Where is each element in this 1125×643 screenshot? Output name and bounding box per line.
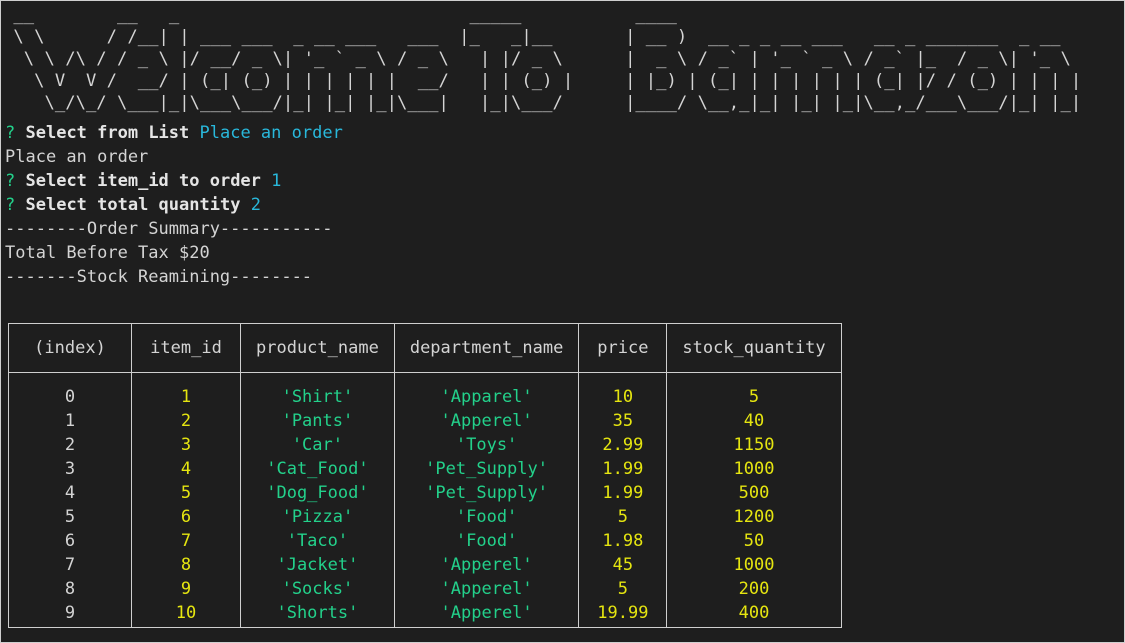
cell-price: 35: [578, 409, 668, 433]
table-row: 8 9 'Socks' 'Apperel' 5 200: [8, 577, 842, 601]
cell-product-name: 'Pants': [240, 409, 395, 433]
cell-stock-quantity: 500: [666, 481, 842, 505]
cell-price: 5: [578, 577, 668, 601]
cell-index: 5: [8, 505, 132, 529]
cell-price: 10: [578, 372, 668, 409]
cell-index: 6: [8, 529, 132, 553]
table-row: 3 4 'Cat_Food' 'Pet_Supply' 1.99 1000: [8, 457, 842, 481]
cell-item-id: 9: [131, 577, 241, 601]
table-row: 0 1 'Shirt' 'Apparel' 10 5: [8, 372, 842, 409]
table-row: 1 2 'Pants' 'Apperel' 35 40: [8, 409, 842, 433]
cell-index: 8: [8, 577, 132, 601]
ascii-banner: __ __ _ _____ ____ \ \ / /__| | ___ ___ …: [13, 5, 1082, 113]
table-row: 4 5 'Dog_Food' 'Pet_Supply' 1.99 500: [8, 481, 842, 505]
column-header-index: (index): [8, 323, 132, 373]
order-summary-header: --------Order Summary-----------: [5, 219, 333, 239]
table-row: 9 10 'Shorts' 'Apperel' 19.99 400: [8, 601, 842, 628]
cell-product-name: 'Dog_Food': [240, 481, 395, 505]
cell-product-name: 'Pizza': [240, 505, 395, 529]
cell-department-name: 'Toys': [393, 433, 580, 457]
column-header-item-id: item_id: [131, 323, 241, 373]
cell-index: 2: [8, 433, 132, 457]
stock-remaining-header: -------Stock Reamining--------: [5, 267, 313, 287]
terminal-output: ? Select from List Place an order Place …: [5, 121, 343, 289]
cell-product-name: 'Cat_Food': [240, 457, 395, 481]
cell-product-name: 'Shorts': [240, 601, 395, 628]
cell-price: 1.99: [578, 481, 668, 505]
cell-price: 2.99: [578, 433, 668, 457]
echo-line: Place an order: [5, 147, 149, 167]
column-header-price: price: [578, 323, 668, 373]
column-header-product-name: product_name: [240, 323, 395, 373]
cell-product-name: 'Jacket': [240, 553, 395, 577]
prompt-select-from-list: ? Select from List Place an order: [5, 121, 343, 145]
cell-item-id: 1: [131, 372, 241, 409]
prompt-answer: 1: [271, 171, 282, 191]
table-row: 5 6 'Pizza' 'Food' 5 1200: [8, 505, 842, 529]
prompt-select-item-id: ? Select item_id to order 1: [5, 169, 343, 193]
prompt-question-mark: ?: [5, 171, 16, 191]
table-body: 0 1 'Shirt' 'Apparel' 10 5 1 2 'Pants' 'Apperel' 3…: [8, 372, 842, 628]
cell-item-id: 8: [131, 553, 241, 577]
cell-item-id: 4: [131, 457, 241, 481]
terminal-window[interactable]: __ __ _ _____ ____ \ \ / /__| | ___ ___ …: [0, 0, 1125, 643]
cell-product-name: 'Shirt': [240, 372, 395, 409]
cell-index: 1: [8, 409, 132, 433]
table-header-row: (index) item_id product_name department_…: [8, 323, 842, 373]
cell-price: 1.98: [578, 529, 668, 553]
cell-stock-quantity: 1200: [666, 505, 842, 529]
prompt-label: Select item_id to order: [25, 171, 261, 191]
cell-price: 45: [578, 553, 668, 577]
cell-item-id: 5: [131, 481, 241, 505]
cell-stock-quantity: 400: [666, 601, 842, 628]
cell-product-name: 'Taco': [240, 529, 395, 553]
cell-department-name: 'Apperel': [393, 409, 580, 433]
column-header-stock-quantity: stock_quantity: [666, 323, 842, 373]
cell-department-name: 'Apparel': [393, 372, 580, 409]
prompt-select-quantity: ? Select total quantity 2: [5, 193, 343, 217]
cell-department-name: 'Food': [393, 529, 580, 553]
total-before-tax: Total Before Tax $20: [5, 243, 210, 263]
table-row: 6 7 'Taco' 'Food' 1.98 50: [8, 529, 842, 553]
prompt-label: Select total quantity: [25, 195, 241, 215]
column-header-department-name: department_name: [393, 323, 580, 373]
cell-item-id: 7: [131, 529, 241, 553]
cell-item-id: 10: [131, 601, 241, 628]
cell-stock-quantity: 50: [666, 529, 842, 553]
cell-price: 1.99: [578, 457, 668, 481]
cell-product-name: 'Socks': [240, 577, 395, 601]
prompt-answer: 2: [250, 195, 261, 215]
stock-table: (index) item_id product_name department_…: [8, 323, 842, 628]
cell-stock-quantity: 1000: [666, 457, 842, 481]
cell-stock-quantity: 5: [666, 372, 842, 409]
cell-index: 3: [8, 457, 132, 481]
table-row: 2 3 'Car' 'Toys' 2.99 1150: [8, 433, 842, 457]
cell-department-name: 'Apperel': [393, 601, 580, 628]
cell-product-name: 'Car': [240, 433, 395, 457]
cell-price: 19.99: [578, 601, 668, 628]
cell-stock-quantity: 40: [666, 409, 842, 433]
prompt-question-mark: ?: [5, 123, 16, 143]
table-row: 7 8 'Jacket' 'Apperel' 45 1000: [8, 553, 842, 577]
cell-index: 4: [8, 481, 132, 505]
cell-department-name: 'Pet_Supply': [393, 457, 580, 481]
cell-price: 5: [578, 505, 668, 529]
cell-stock-quantity: 1000: [666, 553, 842, 577]
cell-department-name: 'Food': [393, 505, 580, 529]
cell-department-name: 'Apperel': [393, 553, 580, 577]
cell-stock-quantity: 200: [666, 577, 842, 601]
cell-index: 7: [8, 553, 132, 577]
cell-stock-quantity: 1150: [666, 433, 842, 457]
cell-item-id: 2: [131, 409, 241, 433]
cell-department-name: 'Pet_Supply': [393, 481, 580, 505]
cell-item-id: 3: [131, 433, 241, 457]
cell-item-id: 6: [131, 505, 241, 529]
prompt-answer: Place an order: [199, 123, 343, 143]
prompt-question-mark: ?: [5, 195, 16, 215]
prompt-label: Select from List: [25, 123, 190, 143]
cell-index: 9: [8, 601, 132, 628]
cell-department-name: 'Apperel': [393, 577, 580, 601]
cell-index: 0: [8, 372, 132, 409]
